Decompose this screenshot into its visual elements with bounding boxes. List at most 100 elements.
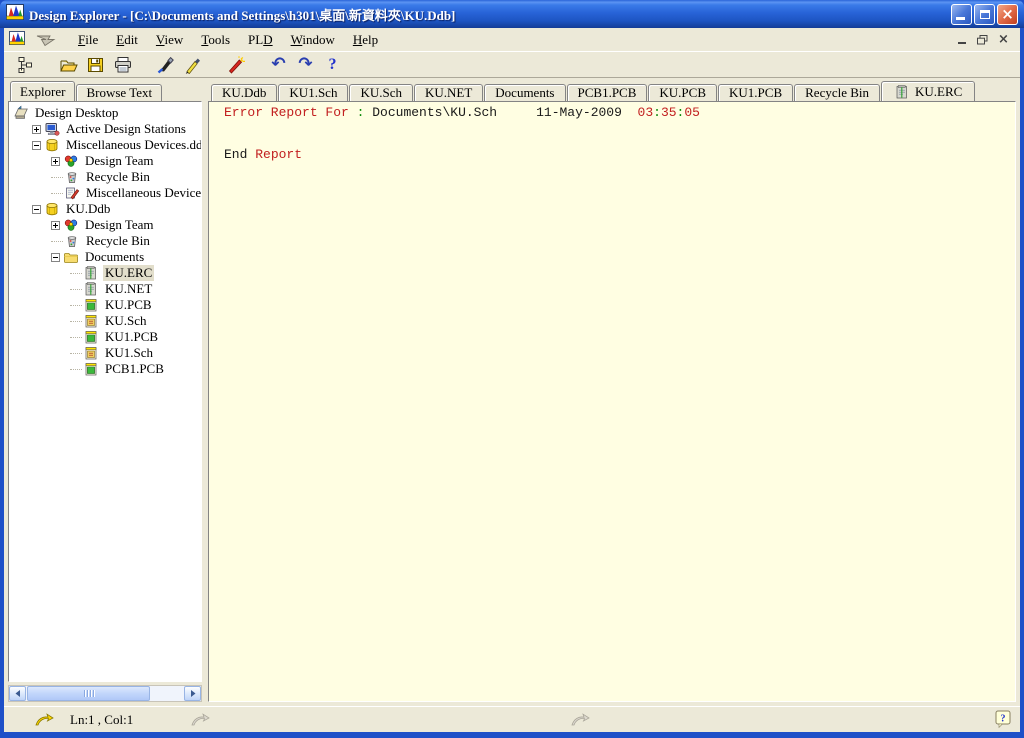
active-pane-arrow-icon bbox=[34, 713, 54, 727]
tree-item-pcb1-pcb[interactable]: PCB1.PCB bbox=[9, 361, 201, 377]
menu-help[interactable]: Help bbox=[344, 30, 387, 49]
document-tab-recycle-bin[interactable]: Recycle Bin bbox=[794, 84, 880, 101]
open-icon bbox=[59, 56, 79, 74]
expand-plus-icon[interactable] bbox=[51, 221, 60, 230]
menu-file[interactable]: File bbox=[69, 30, 107, 49]
collapse-minus-icon[interactable] bbox=[32, 141, 41, 150]
save-button[interactable] bbox=[82, 54, 109, 76]
tree-item-documents[interactable]: Documents bbox=[9, 249, 201, 265]
tree-item-label: KU.NET bbox=[103, 281, 154, 297]
tree-item-ku-net[interactable]: KU.NET bbox=[9, 281, 201, 297]
tree-item-ku-sch[interactable]: KU.Sch bbox=[9, 313, 201, 329]
tree-item-label: Active Design Stations bbox=[64, 121, 188, 137]
tree-item-miscellaneous-devices-lib[interactable]: Miscellaneous Devices.lib bbox=[9, 185, 201, 201]
scrollbar-track[interactable] bbox=[26, 686, 184, 701]
help-icon: ? bbox=[329, 57, 337, 73]
close-icon: × bbox=[1001, 7, 1014, 22]
print-icon bbox=[113, 56, 133, 74]
tree-horizontal-scrollbar[interactable] bbox=[8, 685, 202, 702]
help-button[interactable]: ? bbox=[319, 54, 346, 76]
tree-item-label: KU1.Sch bbox=[103, 345, 155, 361]
tree-item-design-team[interactable]: Design Team bbox=[9, 153, 201, 169]
tree-connector bbox=[70, 353, 82, 354]
mdi-window-controls: × bbox=[953, 32, 1015, 47]
document-tab-label: KU.Ddb bbox=[222, 85, 266, 101]
tree-item-ku1-sch[interactable]: KU1.Sch bbox=[9, 345, 201, 361]
design-menu-arrow-icon[interactable] bbox=[33, 33, 61, 47]
scroll-right-button[interactable] bbox=[184, 686, 201, 701]
tree-item-miscellaneous-devices-ddb[interactable]: Miscellaneous Devices.ddb bbox=[9, 137, 201, 153]
document-tab-label: KU.Sch bbox=[360, 85, 402, 101]
undo-button[interactable]: ↶ bbox=[265, 54, 292, 76]
status-help-button[interactable]: ? bbox=[995, 710, 1012, 729]
minimize-icon bbox=[956, 17, 965, 20]
mdi-minimize-button[interactable] bbox=[953, 32, 970, 47]
tree-connector bbox=[70, 321, 82, 322]
document-tab-ku-ddb[interactable]: KU.Ddb bbox=[211, 84, 277, 101]
collapse-minus-icon[interactable] bbox=[32, 205, 41, 214]
scroll-left-button[interactable] bbox=[9, 686, 26, 701]
document-tab-pcb1-pcb[interactable]: PCB1.PCB bbox=[567, 84, 648, 101]
scrollbar-thumb[interactable] bbox=[27, 686, 150, 701]
design-manager-button[interactable] bbox=[12, 54, 39, 76]
menu-view[interactable]: View bbox=[147, 30, 192, 49]
document-tab-ku-sch[interactable]: KU.Sch bbox=[349, 84, 413, 101]
tree-item-design-team[interactable]: Design Team bbox=[9, 217, 201, 233]
tree-item-recycle-bin[interactable]: Recycle Bin bbox=[9, 233, 201, 249]
document-tab-ku-erc[interactable]: KU.ERC bbox=[881, 81, 975, 101]
save-icon bbox=[86, 56, 105, 74]
tree-item-label: KU1.PCB bbox=[103, 329, 160, 345]
redo-button[interactable]: ↷ bbox=[292, 54, 319, 76]
panel-tab-explorer[interactable]: Explorer bbox=[10, 81, 75, 101]
line-col-indicator: Ln:1 , Col:1 bbox=[70, 712, 133, 728]
document-tab-ku-net[interactable]: KU.NET bbox=[414, 84, 483, 101]
expand-plus-icon[interactable] bbox=[32, 125, 41, 134]
team-icon bbox=[63, 153, 79, 169]
open-button[interactable] bbox=[55, 54, 82, 76]
report-icon bbox=[83, 281, 99, 297]
tree-item-label: KU.Sch bbox=[103, 313, 149, 329]
pen-icon bbox=[183, 56, 202, 74]
tree-item-design-desktop[interactable]: Design Desktop bbox=[9, 105, 201, 121]
pen-button[interactable] bbox=[179, 54, 206, 76]
document-tab-documents[interactable]: Documents bbox=[484, 84, 565, 101]
undo-icon: ↶ bbox=[271, 56, 285, 73]
document-system-icon[interactable] bbox=[9, 31, 25, 49]
document-tab-ku1-pcb[interactable]: KU1.PCB bbox=[718, 84, 793, 101]
cut-button[interactable] bbox=[152, 54, 179, 76]
editor-line: Error Report For : Documents\KU.Sch 11-M… bbox=[224, 106, 1015, 120]
menu-window[interactable]: Window bbox=[282, 30, 344, 49]
text-editor[interactable]: Error Report For : Documents\KU.Sch 11-M… bbox=[208, 101, 1016, 702]
recycle-icon bbox=[64, 233, 80, 249]
mdi-restore-button[interactable] bbox=[974, 32, 991, 47]
tree-item-ku1-pcb[interactable]: KU1.PCB bbox=[9, 329, 201, 345]
tree-item-recycle-bin[interactable]: Recycle Bin bbox=[9, 169, 201, 185]
print-button[interactable] bbox=[109, 54, 136, 76]
wizard-button[interactable] bbox=[222, 54, 249, 76]
cut-icon bbox=[156, 56, 175, 74]
minimize-button[interactable] bbox=[951, 4, 972, 25]
tree-item-ku-ddb[interactable]: KU.Ddb bbox=[9, 201, 201, 217]
expand-plus-icon[interactable] bbox=[51, 157, 60, 166]
design-tree: Design DesktopActive Design StationsMisc… bbox=[8, 101, 202, 682]
window-content: FileEditViewToolsPLDWindowHelp × ↶ ↷? Exp… bbox=[4, 28, 1020, 732]
close-button[interactable]: × bbox=[997, 4, 1018, 25]
menu-edit[interactable]: Edit bbox=[107, 30, 147, 49]
mdi-close-button[interactable]: × bbox=[995, 32, 1012, 47]
menu-pld[interactable]: PLD bbox=[239, 30, 282, 49]
document-tab-label: KU1.Sch bbox=[289, 85, 337, 101]
menu-tools[interactable]: Tools bbox=[192, 30, 239, 49]
tree-item-ku-pcb[interactable]: KU.PCB bbox=[9, 297, 201, 313]
maximize-button[interactable] bbox=[974, 4, 995, 25]
app-icon[interactable] bbox=[6, 4, 24, 24]
tree-connector bbox=[51, 193, 63, 194]
document-tab-ku-pcb[interactable]: KU.PCB bbox=[648, 84, 717, 101]
collapse-minus-icon[interactable] bbox=[51, 253, 60, 262]
document-tab-label: Recycle Bin bbox=[805, 85, 869, 101]
document-tab-ku1-sch[interactable]: KU1.Sch bbox=[278, 84, 348, 101]
desktop-icon bbox=[13, 105, 29, 121]
tree-item-label: Recycle Bin bbox=[84, 169, 152, 185]
tree-item-ku-erc[interactable]: KU.ERC bbox=[9, 265, 201, 281]
panel-tab-browse-text[interactable]: Browse Text bbox=[76, 84, 162, 101]
tree-item-active-design-stations[interactable]: Active Design Stations bbox=[9, 121, 201, 137]
